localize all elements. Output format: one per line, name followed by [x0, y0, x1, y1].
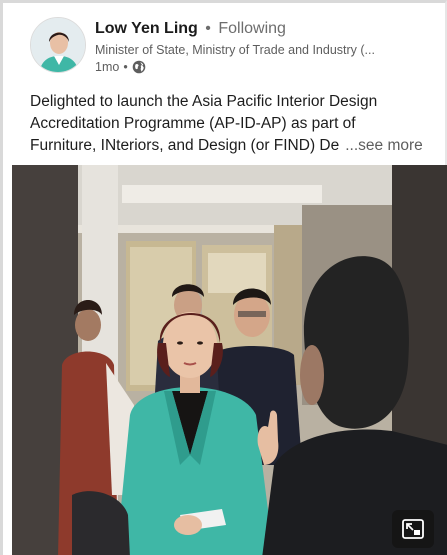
- author-title: Minister of State, Ministry of Trade and…: [95, 43, 375, 57]
- meta-separator: •: [123, 60, 128, 74]
- post-text-line-last: Furniture, INteriors, and Design (or FIN…: [30, 135, 435, 157]
- post-video[interactable]: [12, 165, 447, 555]
- author-avatar[interactable]: [30, 17, 86, 73]
- post-card: Low Yen Ling • Following Minister of Sta…: [0, 0, 447, 555]
- picture-in-picture-button[interactable]: [392, 510, 434, 548]
- follow-status: Following: [218, 20, 286, 37]
- post-text-line: Furniture, INteriors, and Design (or FIN…: [30, 137, 340, 154]
- name-separator: •: [205, 20, 211, 37]
- post-text-line: Accreditation Programme (AP-ID-AP) as pa…: [30, 115, 356, 132]
- post-header: Low Yen Ling • Following Minister of Sta…: [3, 3, 445, 87]
- see-more-link[interactable]: ...see more: [345, 135, 423, 157]
- author-name[interactable]: Low Yen Ling: [95, 20, 198, 37]
- globe-icon: [132, 60, 146, 74]
- picture-in-picture-icon: [402, 519, 424, 539]
- video-frame-image: [12, 165, 447, 555]
- post-time: 1mo: [95, 60, 120, 74]
- post-text: Delighted to launch the Asia Pacific Int…: [30, 91, 435, 157]
- post-meta: 1mo •: [95, 60, 146, 74]
- post-text-line: Delighted to launch the Asia Pacific Int…: [30, 93, 378, 110]
- author-line: Low Yen Ling • Following: [95, 20, 286, 38]
